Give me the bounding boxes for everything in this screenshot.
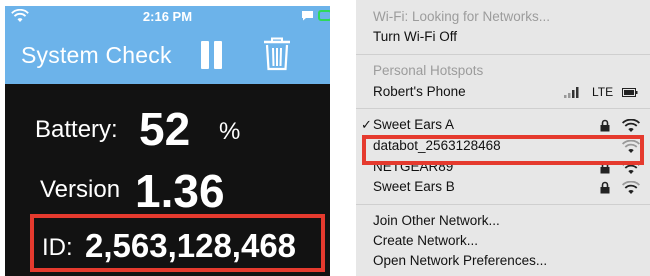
turn-wifi-off-label: Turn Wi-Fi Off — [373, 29, 457, 44]
app-title: System Check — [21, 42, 172, 68]
app-header: 2:16 PM System Check — [5, 6, 330, 84]
version-label: Version — [40, 176, 121, 203]
network-name: Sweet Ears A — [373, 117, 455, 132]
hotspot-name: Robert's Phone — [373, 84, 466, 99]
hotspot-item[interactable]: Robert's Phone LTE — [356, 82, 650, 102]
create-network-item[interactable]: Create Network... — [356, 231, 650, 251]
hotspot-battery-icon — [622, 88, 638, 97]
wifi-status-item: Wi-Fi: Looking for Networks... — [356, 7, 650, 27]
menu-divider — [356, 108, 650, 109]
cellular-signal-icon — [564, 87, 579, 98]
network-item[interactable]: ✓ Sweet Ears A — [356, 115, 650, 135]
id-highlight-box — [30, 214, 325, 272]
trash-icon[interactable] — [263, 37, 291, 71]
menu-action-label: Open Network Preferences... — [373, 253, 548, 268]
lock-icon — [600, 181, 610, 194]
wifi-status-text: Wi-Fi: Looking for Networks... — [373, 9, 551, 24]
open-network-preferences-item[interactable]: Open Network Preferences... — [356, 251, 650, 271]
battery-unit: % — [219, 118, 241, 145]
wifi-signal-icon — [622, 119, 640, 132]
menu-divider — [356, 204, 650, 205]
network-name: Sweet Ears B — [373, 179, 455, 194]
lock-icon — [600, 119, 610, 132]
menu-action-label: Create Network... — [373, 233, 479, 248]
version-value: 1.36 — [135, 165, 225, 217]
status-bar: 2:16 PM — [5, 6, 330, 28]
network-item[interactable]: Sweet Ears B — [356, 177, 650, 197]
pause-bar-right — [214, 41, 222, 69]
menu-action-label: Join Other Network... — [373, 213, 500, 228]
status-time: 2:16 PM — [142, 9, 193, 24]
checkmark-icon: ✓ — [361, 117, 372, 132]
hotspots-header: Personal Hotspots — [356, 61, 650, 81]
battery-label: Battery: — [35, 116, 118, 143]
pause-button[interactable] — [201, 41, 223, 69]
message-icon — [302, 11, 313, 21]
join-other-network-item[interactable]: Join Other Network... — [356, 211, 650, 231]
pause-bar-left — [201, 41, 209, 69]
wifi-signal-icon — [622, 181, 640, 194]
turn-wifi-off-item[interactable]: Turn Wi-Fi Off — [356, 27, 650, 47]
hotspots-header-label: Personal Hotspots — [373, 63, 484, 78]
databot-highlight-box — [362, 135, 644, 165]
battery-status-icon — [318, 10, 330, 21]
battery-value: 52 — [139, 103, 191, 155]
menu-divider — [356, 54, 650, 55]
network-type-label: LTE — [592, 85, 614, 99]
